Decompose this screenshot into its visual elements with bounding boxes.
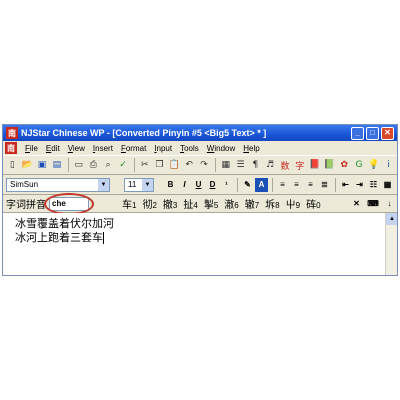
chinese-digit-label[interactable]: 数 bbox=[279, 158, 292, 172]
menu-insert[interactable]: Insert bbox=[89, 144, 117, 153]
standard-toolbar: ▯ 📂 ▣ ▤ ▭ ⎙ ⌕ ✓ ✂ ❐ 📋 ↶ ↷ ▦ ☰ ¶ ♬ 数 字 📕 … bbox=[3, 155, 397, 175]
chinese-char-label[interactable]: 字 bbox=[293, 158, 306, 172]
dictionary-icon[interactable]: 📕 bbox=[308, 158, 321, 172]
bullets-icon[interactable]: ☷ bbox=[367, 178, 380, 192]
menu-bar: 南 File Edit View Insert Format Input Too… bbox=[3, 141, 397, 155]
menu-view[interactable]: View bbox=[64, 144, 89, 153]
title-bar: 南 NJStar Chinese WP - [Converted Pinyin … bbox=[3, 125, 397, 141]
table-icon[interactable]: ▦ bbox=[381, 178, 394, 192]
candidate-item[interactable]: 屮9 bbox=[283, 196, 303, 211]
print-preview-icon[interactable]: ▭ bbox=[72, 158, 85, 172]
chevron-down-icon[interactable]: ▼ bbox=[142, 178, 153, 191]
maximize-button[interactable]: □ bbox=[366, 126, 379, 140]
window-title: NJStar Chinese WP - [Converted Pinyin #5… bbox=[21, 128, 267, 138]
candidate-item[interactable]: 砗0 bbox=[303, 196, 323, 211]
bold-button[interactable]: B bbox=[164, 178, 177, 192]
arrow-down-icon[interactable]: ↓ bbox=[383, 197, 396, 211]
candidate-item[interactable]: 澈6 bbox=[221, 196, 241, 211]
candidate-item[interactable]: 撤3 bbox=[160, 196, 180, 211]
tip-bulb-icon[interactable]: 💡 bbox=[367, 158, 380, 172]
candidate-item[interactable]: 掣5 bbox=[201, 196, 221, 211]
candidate-item[interactable]: 扯4 bbox=[180, 196, 200, 211]
document-editor[interactable]: 冰雪覆盖着伏尔加河 冰河上跑着三套车 bbox=[3, 213, 385, 275]
align-right-icon[interactable]: ≡ bbox=[304, 178, 317, 192]
input-method-label: 字词拼音 bbox=[6, 200, 46, 211]
candidate-item[interactable]: 车1 bbox=[119, 196, 139, 211]
menu-tools[interactable]: Tools bbox=[176, 144, 203, 153]
text-color-icon[interactable]: ✎ bbox=[241, 178, 254, 192]
italic-button[interactable]: I bbox=[178, 178, 191, 192]
paragraph-mark-icon[interactable]: ¶ bbox=[249, 158, 262, 172]
justify-icon[interactable]: ≣ bbox=[318, 178, 331, 192]
close-icon[interactable]: ✕ bbox=[350, 197, 363, 211]
find-icon[interactable]: ⌕ bbox=[102, 158, 115, 172]
insert-table-icon[interactable]: ▦ bbox=[219, 158, 232, 172]
candidate-item[interactable]: 坼8 bbox=[262, 196, 282, 211]
numbering-icon[interactable]: ☰ bbox=[234, 158, 247, 172]
candidate-item[interactable]: 彻2 bbox=[139, 196, 159, 211]
cut-icon[interactable]: ✂ bbox=[138, 158, 151, 172]
scroll-up-icon[interactable]: ▲ bbox=[386, 213, 397, 225]
font-select-value: SimSun bbox=[10, 180, 39, 189]
paste-icon[interactable]: 📋 bbox=[168, 158, 181, 172]
menu-help[interactable]: Help bbox=[239, 144, 263, 153]
menu-window[interactable]: Window bbox=[203, 144, 239, 153]
app-window: 南 NJStar Chinese WP - [Converted Pinyin … bbox=[2, 124, 398, 276]
save-all-icon[interactable]: ▤ bbox=[50, 158, 63, 172]
outdent-icon[interactable]: ⇤ bbox=[339, 178, 352, 192]
close-button[interactable]: ✕ bbox=[381, 126, 394, 140]
font-size-select[interactable]: 11 ▼ bbox=[124, 177, 154, 192]
menu-format[interactable]: Format bbox=[117, 144, 150, 153]
settings-icon[interactable]: ✿ bbox=[338, 158, 351, 172]
underline-button[interactable]: U bbox=[192, 178, 205, 192]
input-method-bar: 字词拼音 che 车1 彻2 撤3 扯4 掣5 澈6 辙7 坼8 屮9 砗0 ✕… bbox=[3, 192, 397, 215]
menu-edit[interactable]: Edit bbox=[42, 144, 64, 153]
keyboard-icon[interactable]: ⌨ bbox=[364, 197, 382, 211]
toolbar-divider bbox=[215, 158, 217, 172]
document-icon[interactable]: 南 bbox=[5, 142, 17, 154]
toolbar-divider bbox=[335, 177, 336, 192]
toolbar-divider bbox=[68, 158, 70, 172]
redo-icon[interactable]: ↷ bbox=[198, 158, 211, 172]
new-document-icon[interactable]: ▯ bbox=[6, 158, 19, 172]
pinyin-input[interactable]: che bbox=[44, 192, 94, 215]
pinyin-input-value: che bbox=[52, 199, 66, 208]
g-icon[interactable]: G bbox=[353, 158, 366, 172]
document-line: 冰雪覆盖着伏尔加河 bbox=[15, 217, 114, 230]
text-caret bbox=[103, 232, 104, 244]
double-underline-button[interactable]: D bbox=[206, 178, 219, 192]
menu-input[interactable]: Input bbox=[150, 144, 176, 153]
spell-check-icon[interactable]: ✓ bbox=[117, 158, 130, 172]
save-icon[interactable]: ▣ bbox=[36, 158, 49, 172]
chevron-down-icon[interactable]: ▼ bbox=[98, 178, 109, 191]
open-folder-icon[interactable]: 📂 bbox=[21, 158, 34, 172]
align-center-icon[interactable]: ≡ bbox=[290, 178, 303, 192]
indent-icon[interactable]: ⇥ bbox=[353, 178, 366, 192]
menu-file[interactable]: File bbox=[21, 144, 42, 153]
highlight-button[interactable]: A bbox=[255, 177, 268, 192]
book-icon[interactable]: 📗 bbox=[323, 158, 336, 172]
symbol-icon[interactable]: ♬ bbox=[264, 158, 277, 172]
app-icon[interactable]: 南 bbox=[6, 127, 18, 139]
info-icon[interactable]: i bbox=[382, 158, 395, 172]
toolbar-divider bbox=[272, 177, 273, 192]
superscript-icon[interactable]: ¹ bbox=[220, 178, 233, 192]
minimize-button[interactable]: _ bbox=[351, 126, 364, 140]
toolbar-divider bbox=[134, 158, 136, 172]
candidate-item[interactable]: 辙7 bbox=[242, 196, 262, 211]
undo-icon[interactable]: ↶ bbox=[183, 158, 196, 172]
document-line: 冰河上跑着三套车 bbox=[15, 231, 104, 244]
vertical-scrollbar[interactable]: ▲ bbox=[385, 213, 397, 275]
align-left-icon[interactable]: ≡ bbox=[276, 178, 289, 192]
print-icon[interactable]: ⎙ bbox=[87, 158, 100, 172]
format-toolbar: SimSun ▼ 11 ▼ B I U D ¹ ✎ A ≡ ≡ ≡ ≣ ⇤ ⇥ … bbox=[3, 175, 397, 195]
font-select[interactable]: SimSun ▼ bbox=[6, 177, 110, 192]
copy-icon[interactable]: ❐ bbox=[153, 158, 166, 172]
font-size-value: 11 bbox=[128, 180, 137, 189]
toolbar-divider bbox=[237, 177, 238, 192]
